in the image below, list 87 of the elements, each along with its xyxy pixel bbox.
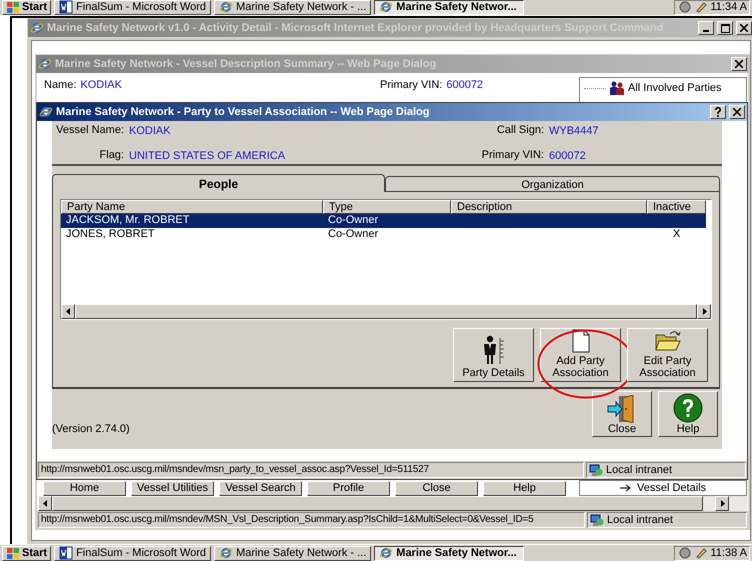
start-button[interactable]: Start bbox=[2, 546, 52, 560]
tray-icon bbox=[678, 547, 690, 559]
tray-icon bbox=[678, 1, 690, 13]
nav-button[interactable]: Help bbox=[483, 481, 566, 496]
field-value: 600072 bbox=[549, 148, 586, 164]
maximize-icon bbox=[720, 24, 730, 32]
minimize-button[interactable] bbox=[698, 21, 714, 35]
table-cell: JONES, ROBRET bbox=[66, 228, 155, 240]
column-header[interactable]: Party Name bbox=[61, 200, 323, 214]
close-button[interactable] bbox=[729, 105, 745, 119]
help-button[interactable] bbox=[710, 105, 726, 119]
field-label: Primary VIN: bbox=[380, 78, 442, 93]
horizontal-scrollbar[interactable] bbox=[61, 304, 711, 319]
horizontal-scrollbar[interactable] bbox=[38, 496, 747, 511]
field-label: Vessel Name: bbox=[55, 123, 124, 138]
tree-item[interactable]: All Involved Parties bbox=[628, 80, 722, 96]
browser-icon bbox=[219, 0, 234, 14]
field-value: KODIAK bbox=[129, 124, 171, 139]
close-button[interactable] bbox=[736, 21, 752, 35]
pencil-icon bbox=[694, 547, 706, 559]
browser-icon bbox=[39, 105, 53, 119]
version-label: (Version 2.74.0) bbox=[52, 422, 130, 436]
scroll-right-icon bbox=[702, 308, 706, 315]
document-icon bbox=[570, 329, 590, 353]
taskbar-button[interactable]: Marine Safety Networ... bbox=[374, 546, 524, 560]
clock: 11:34 A bbox=[710, 0, 747, 15]
nav-button[interactable]: Close bbox=[395, 481, 478, 496]
browser-icon bbox=[379, 0, 394, 14]
taskbar-button[interactable]: FinalSum - Microsoft Word bbox=[54, 0, 212, 14]
close-icon bbox=[733, 108, 741, 116]
scroll-left-icon bbox=[42, 500, 48, 507]
taskbar-button[interactable]: FinalSum - Microsoft Word bbox=[54, 546, 212, 560]
status-url: http://msnweb01.osc.uscg.mil/msndev/msn_party_to_vessel_assoc.asp?Vessel_Id=511527 bbox=[38, 462, 584, 478]
tab[interactable]: People bbox=[52, 174, 385, 192]
scroll-right-icon bbox=[720, 500, 724, 507]
table-row[interactable]: JACKSOM, Mr. ROBRET Co-Owner bbox=[61, 214, 706, 228]
column-header[interactable]: Type bbox=[323, 200, 451, 214]
table-cell: X bbox=[672, 228, 680, 240]
footer-button[interactable]: Close bbox=[592, 391, 652, 437]
table-cell: Co-Owner bbox=[328, 214, 378, 226]
column-header[interactable]: Description bbox=[451, 200, 647, 214]
folder-icon bbox=[654, 329, 682, 353]
action-button[interactable]: Party Details bbox=[453, 328, 534, 382]
question-icon bbox=[714, 107, 722, 117]
start-button[interactable]: Start bbox=[2, 0, 52, 14]
field-value: WYB4447 bbox=[549, 124, 599, 139]
tab[interactable]: Organization bbox=[385, 176, 720, 192]
taskbar-button[interactable]: Marine Safety Network - ... bbox=[214, 0, 372, 14]
pencil-icon bbox=[694, 1, 706, 13]
field-value: KODIAK bbox=[80, 78, 122, 93]
people-icon bbox=[609, 81, 625, 96]
window-title: Marine Safety Network - Party to Vessel Association -- Web Page Dialog bbox=[56, 104, 430, 120]
zone-label: Local intranet bbox=[607, 512, 674, 528]
help-icon bbox=[673, 393, 703, 423]
column-header[interactable]: Inactive bbox=[647, 200, 706, 214]
table-cell: Co-Owner bbox=[328, 228, 378, 240]
nav-button[interactable]: Vessel Search bbox=[219, 481, 302, 496]
action-button[interactable]: Edit Party Association bbox=[627, 328, 708, 382]
action-button[interactable]: Add Party Association bbox=[540, 328, 621, 382]
browser-icon bbox=[30, 21, 44, 35]
zone-label: Local intranet bbox=[606, 462, 672, 478]
taskbar-button[interactable]: Marine Safety Network - ... bbox=[214, 546, 372, 560]
scroll-left-icon bbox=[66, 308, 70, 315]
browser-icon bbox=[379, 546, 394, 560]
table-cell: JACKSOM, Mr. ROBRET bbox=[66, 214, 190, 226]
field-label: Name: bbox=[44, 78, 76, 93]
flag-icon bbox=[6, 0, 20, 14]
footer-button[interactable]: Help bbox=[658, 391, 718, 437]
close-button[interactable] bbox=[731, 57, 747, 71]
field-label: Flag: bbox=[98, 148, 124, 162]
browser-icon bbox=[219, 546, 234, 560]
status-url: http://msnweb01.osc.uscg.mil/msndev/MSN_Vsl_Description_Summary.asp?IsChild=1&MultiSelect=0&Vessel_ID=5 bbox=[38, 512, 585, 528]
close-icon bbox=[735, 60, 743, 68]
field-value: UNITED STATES OF AMERICA bbox=[129, 148, 286, 164]
close-icon bbox=[740, 24, 748, 32]
browser-icon bbox=[38, 57, 52, 71]
nav-button[interactable]: Home bbox=[43, 481, 126, 496]
field-value: 600072 bbox=[446, 78, 484, 93]
field-label: Call Sign: bbox=[496, 123, 544, 138]
taskbar-button[interactable]: Marine Safety Networ... bbox=[374, 0, 524, 14]
nav-button[interactable]: Profile bbox=[307, 481, 390, 496]
maximize-button[interactable] bbox=[717, 21, 733, 35]
field-label: Primary VIN: bbox=[480, 148, 544, 162]
tree-item[interactable]: Vessel Details bbox=[637, 482, 706, 494]
clock: 11:38 A bbox=[710, 546, 747, 561]
flag-icon bbox=[6, 546, 20, 560]
nav-button[interactable]: Vessel Utilities bbox=[131, 481, 214, 496]
